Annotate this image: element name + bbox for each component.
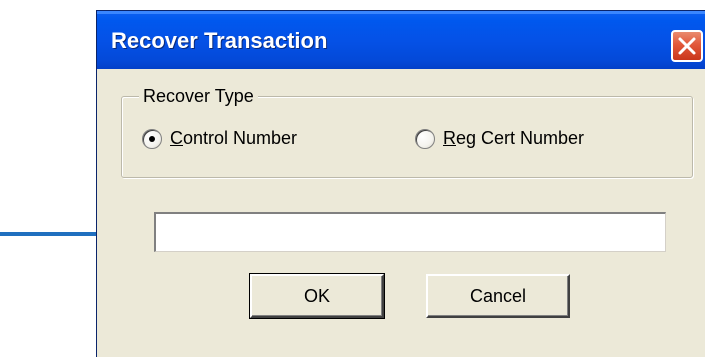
- close-icon: [678, 37, 696, 55]
- close-button[interactable]: [671, 30, 703, 62]
- radio-control-number-label: Control Number: [170, 128, 298, 148]
- recover-transaction-dialog: Recover Transaction Recover Type Control…: [96, 10, 705, 357]
- radio-control-number[interactable]: Control Number: [142, 128, 297, 149]
- ok-button[interactable]: OK: [249, 273, 385, 319]
- recover-type-legend: Recover Type: [139, 86, 258, 107]
- screenshot-stage: Recover Transaction Recover Type Control…: [0, 0, 705, 357]
- recover-number-input[interactable]: [154, 212, 666, 252]
- radio-control-number-indicator[interactable]: [142, 128, 162, 149]
- title-bar[interactable]: Recover Transaction: [97, 11, 705, 69]
- radio-reg-cert-number-label: Reg Cert Number: [443, 128, 585, 148]
- radio-reg-cert-number[interactable]: Reg Cert Number: [415, 128, 584, 149]
- cancel-button[interactable]: Cancel: [426, 274, 570, 318]
- dialog-title: Recover Transaction: [111, 28, 328, 53]
- radio-reg-cert-number-indicator[interactable]: [415, 128, 435, 149]
